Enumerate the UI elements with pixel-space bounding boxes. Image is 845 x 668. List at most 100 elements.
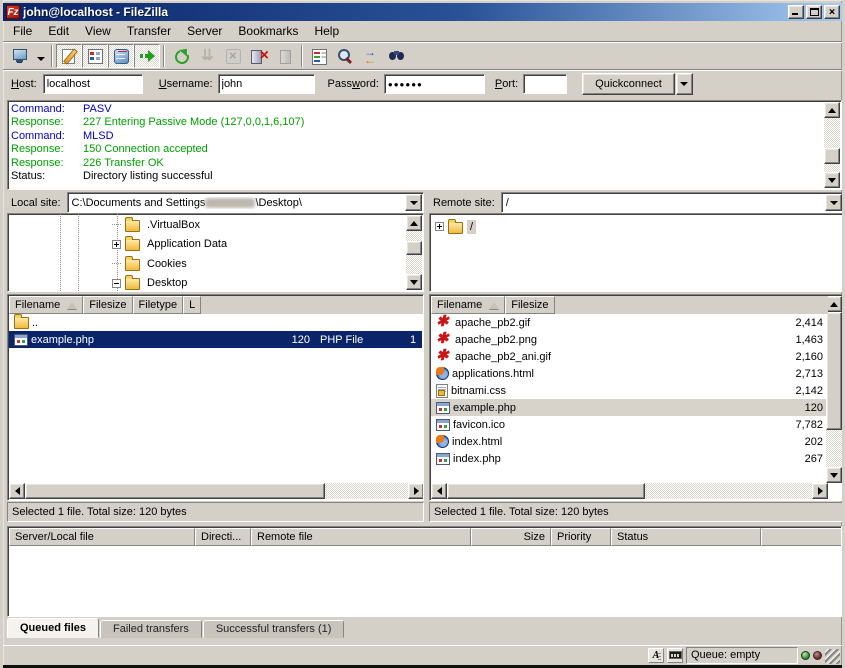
scroll-down-button[interactable] <box>406 274 422 290</box>
local-list-hscrollbar[interactable] <box>9 483 424 499</box>
file-icon <box>14 334 28 346</box>
file-row[interactable]: bitnami.css 2,142 <box>431 382 826 399</box>
username-input[interactable] <box>218 74 315 94</box>
close-button[interactable]: × <box>824 5 840 19</box>
minimize-button[interactable] <box>788 5 804 19</box>
scroll-right-button[interactable] <box>812 483 828 499</box>
tree-expander[interactable] <box>112 240 121 249</box>
file-row[interactable]: index.html 202 <box>431 433 826 450</box>
log-scrollbar[interactable] <box>824 102 840 188</box>
resize-grip[interactable] <box>825 649 840 664</box>
tree-item[interactable]: Desktop <box>8 274 405 293</box>
file-row[interactable]: example.php 120 <box>431 399 826 416</box>
quickconnect-button[interactable]: Quickconnect <box>582 73 675 95</box>
refresh-button[interactable] <box>168 44 194 68</box>
filter-button[interactable] <box>306 44 332 68</box>
toggle-remote-tree-button[interactable] <box>108 44 134 68</box>
scroll-up-button[interactable] <box>826 296 842 312</box>
file-row[interactable]: applications.html 2,713 <box>431 365 826 382</box>
queue-column-header[interactable]: Status <box>611 528 761 546</box>
remote-list-vscrollbar[interactable] <box>826 296 842 483</box>
scroll-left-button[interactable] <box>9 483 25 499</box>
file-row[interactable]: .. <box>9 314 422 331</box>
site-manager-button[interactable] <box>7 44 33 68</box>
tree-expander[interactable] <box>112 220 121 229</box>
tree-expander[interactable] <box>112 279 121 288</box>
menu-item[interactable]: Edit <box>40 22 77 41</box>
queue-column-header[interactable]: Size <box>471 528 551 546</box>
queue-column-header[interactable]: Server/Local file <box>9 528 195 546</box>
ascii-type-indicator[interactable] <box>648 648 664 663</box>
scroll-down-button[interactable] <box>824 172 840 188</box>
site-manager-dropdown[interactable] <box>33 44 48 68</box>
toggle-log-button[interactable] <box>56 44 82 68</box>
scrollbar-thumb[interactable] <box>826 312 842 430</box>
scroll-right-button[interactable] <box>408 483 424 499</box>
queue-tab[interactable]: Successful transfers (1) <box>203 620 345 638</box>
queue-column-header[interactable]: Directi... <box>195 528 251 546</box>
toggle-local-tree-button[interactable] <box>82 44 108 68</box>
column-header[interactable]: Filesize <box>505 296 554 314</box>
arrow-down-icon <box>828 178 836 183</box>
file-row[interactable]: apache_pb2.gif 2,414 <box>431 314 826 331</box>
menu-item[interactable]: Bookmarks <box>230 22 306 41</box>
scroll-down-button[interactable] <box>826 467 842 483</box>
disconnect-button[interactable] <box>246 44 272 68</box>
reconnect-button[interactable] <box>272 44 298 68</box>
queue-column-header[interactable]: Priority <box>551 528 611 546</box>
remote-site-combo[interactable]: / <box>501 192 844 213</box>
host-input[interactable] <box>43 74 143 94</box>
toggle-queue-button[interactable] <box>134 44 160 68</box>
sync-browse-button[interactable] <box>358 44 384 68</box>
process-queue-button[interactable] <box>194 44 220 68</box>
tree-expander[interactable] <box>435 222 444 231</box>
port-input[interactable] <box>523 74 567 94</box>
tree-expander[interactable] <box>112 259 121 268</box>
scroll-left-button[interactable] <box>431 483 447 499</box>
quickconnect-dropdown[interactable] <box>676 73 693 95</box>
maximize-button[interactable] <box>806 5 822 19</box>
scrollbar-thumb[interactable] <box>447 483 645 499</box>
find-button[interactable] <box>384 44 410 68</box>
remote-tree: / <box>429 213 844 292</box>
menu-item[interactable]: View <box>77 22 119 41</box>
scroll-up-button[interactable] <box>824 102 840 118</box>
speed-limit-indicator[interactable] <box>667 648 683 663</box>
titlebar[interactable]: Fz john@localhost - FileZilla × <box>3 3 842 21</box>
remote-site-dropdown[interactable] <box>825 194 842 211</box>
column-header[interactable]: L <box>183 296 201 314</box>
menu-item[interactable]: Transfer <box>119 22 179 41</box>
menu-item[interactable]: File <box>5 22 40 41</box>
password-input[interactable] <box>384 74 485 94</box>
tree-item[interactable]: .VirtualBox <box>8 215 405 235</box>
scroll-up-button[interactable] <box>406 215 422 231</box>
cancel-button[interactable] <box>220 44 246 68</box>
column-header[interactable]: Filename <box>9 296 83 314</box>
column-header[interactable]: Filesize <box>83 296 132 314</box>
file-row[interactable]: index.php 267 <box>431 450 826 467</box>
local-site-dropdown[interactable] <box>405 194 422 211</box>
menu-item[interactable]: Server <box>179 22 230 41</box>
tree-item[interactable]: Application Data <box>8 235 405 255</box>
queue-column-header[interactable]: Remote file <box>251 528 471 546</box>
tree-item[interactable]: Cookies <box>8 254 405 274</box>
queue-tab[interactable]: Failed transfers <box>100 620 202 638</box>
menu-item[interactable]: Help <box>306 22 347 41</box>
tree-item[interactable]: / <box>435 217 841 237</box>
file-row[interactable]: apache_pb2_ani.gif 2,160 <box>431 348 826 365</box>
scrollbar-thumb[interactable] <box>25 483 325 499</box>
local-site-combo[interactable]: C:\Documents and Settings\Desktop\ <box>67 192 424 213</box>
queue-tab[interactable]: Queued files <box>7 618 99 638</box>
queue-column-header[interactable] <box>761 528 842 546</box>
column-header[interactable]: Filetype <box>133 296 184 314</box>
column-header[interactable]: Filename <box>431 296 505 314</box>
file-row[interactable]: apache_pb2.png 1,463 <box>431 331 826 348</box>
local-tree-scrollbar[interactable] <box>406 215 422 290</box>
remote-list-hscrollbar[interactable] <box>431 483 828 499</box>
scrollbar-thumb[interactable] <box>406 241 422 255</box>
file-row[interactable]: example.php 120 PHP File 1 <box>9 331 422 348</box>
scrollbar-thumb[interactable] <box>824 148 840 164</box>
file-row[interactable]: favicon.ico 7,782 <box>431 416 826 433</box>
log-line: Response:227 Entering Passive Mode (127,… <box>11 116 821 129</box>
compare-button[interactable] <box>332 44 358 68</box>
